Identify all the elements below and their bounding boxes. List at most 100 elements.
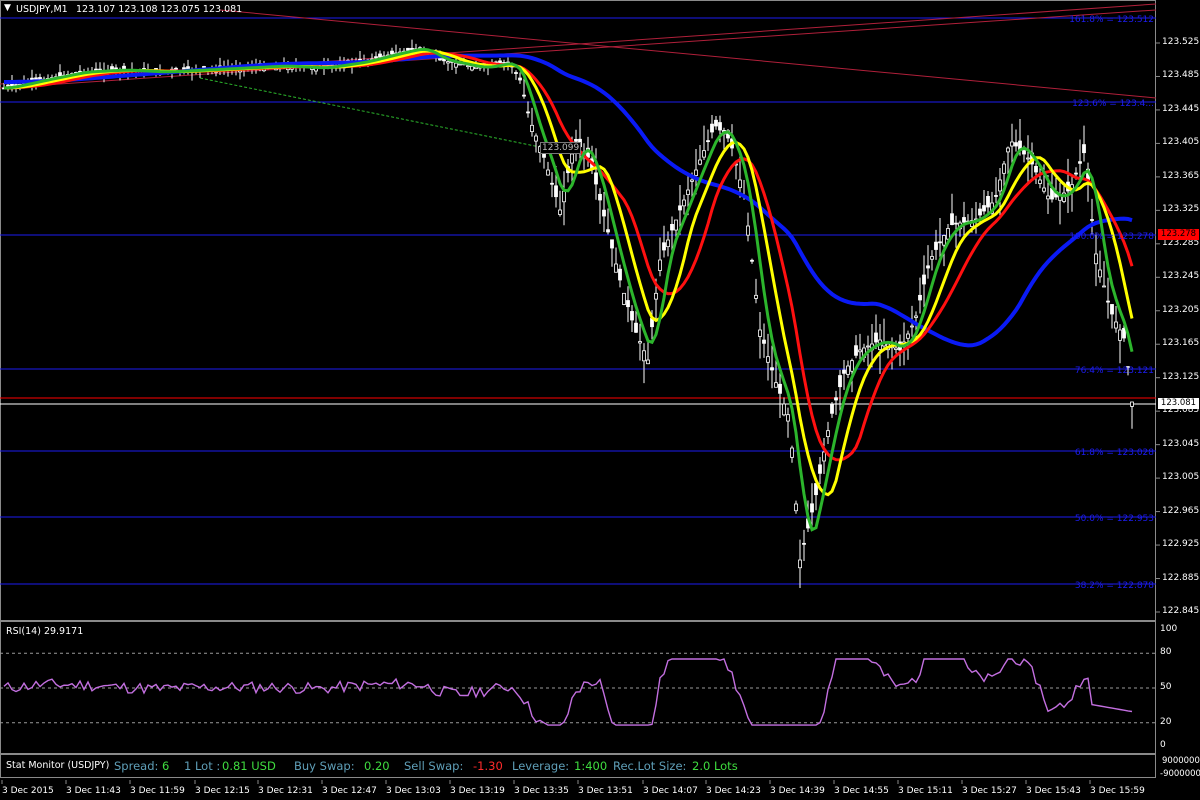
candle-body <box>694 169 698 177</box>
candle-body <box>750 259 754 262</box>
candle-body <box>1006 147 1010 153</box>
candle-body <box>602 209 606 217</box>
candle-body <box>1034 165 1038 173</box>
candle-body <box>782 403 786 416</box>
candle-body <box>522 94 526 97</box>
candle-body <box>946 228 950 240</box>
lot-label: 1 Lot : <box>184 759 221 773</box>
time-tick-label: 3 Dec 15:11 <box>898 786 953 796</box>
chart-symbol-label: USDJPY,M1 <box>16 4 68 15</box>
candle-body <box>410 47 414 50</box>
candle-body <box>774 382 778 388</box>
candle-body <box>766 356 770 363</box>
candle-body <box>674 219 678 231</box>
fib-level-label[interactable]: 50.0% = 122.953 <box>1075 514 1154 524</box>
rsi-line <box>3 658 1133 726</box>
candle-body <box>706 140 710 143</box>
candle-body <box>646 359 650 365</box>
candle-body <box>682 199 686 207</box>
time-tick-label: 3 Dec 11:43 <box>66 786 121 796</box>
rec-lot-value: 2.0 Lots <box>692 759 738 773</box>
buy-swap-label: Buy Swap: <box>294 759 355 773</box>
fib-level-label[interactable]: 100.0% = 123.278 <box>1069 232 1154 242</box>
candle-body <box>634 322 638 333</box>
candle-body <box>530 124 534 133</box>
candle-body <box>754 294 758 299</box>
candle-body <box>1078 161 1082 164</box>
candle-body <box>1046 195 1050 200</box>
fib-level-label[interactable]: 123.6% = 123.4... <box>1072 99 1154 109</box>
candle-body <box>554 185 558 198</box>
candle-body <box>626 300 630 308</box>
spread-value: 6 <box>162 759 170 773</box>
time-tick-label: 3 Dec 14:39 <box>770 786 825 796</box>
time-tick-label: 3 Dec 15:43 <box>1026 786 1081 796</box>
price-tick-label: 123.205 <box>1162 304 1200 315</box>
candle-body <box>758 329 762 337</box>
mt4-chart-window: ▼ USDJPY,M1 123.107 123.108 123.075 123.… <box>0 0 1200 800</box>
candle-body <box>686 189 690 195</box>
candle-body <box>670 223 674 231</box>
candle-body <box>818 464 822 474</box>
price-tick-label: 122.885 <box>1162 572 1200 583</box>
fib-level-label[interactable]: 161.8% = 123.512 <box>1069 15 1154 25</box>
trendline-price-label[interactable]: 123.099 <box>540 142 582 154</box>
candle-body <box>378 53 382 58</box>
candle-body <box>894 347 898 350</box>
candle-body <box>1002 163 1006 174</box>
candle-body <box>558 209 562 215</box>
fib-level-label[interactable]: 61.8% = 123.028 <box>1075 448 1154 458</box>
leverage-label: Leverage: <box>512 759 570 773</box>
buy-swap-value: 0.20 <box>364 759 390 773</box>
candle-body <box>562 190 566 203</box>
candle-body <box>614 263 618 273</box>
candle-body <box>926 265 930 269</box>
time-tick-label: 3 Dec 12:31 <box>258 786 313 796</box>
candle-body <box>642 350 646 362</box>
candle-body <box>770 367 774 371</box>
candle-body <box>1090 219 1094 221</box>
time-tick-label: 3 Dec 12:47 <box>322 786 377 796</box>
candle-body <box>406 47 410 51</box>
candle-body <box>798 559 802 569</box>
candle-body <box>914 315 918 318</box>
candle-body <box>834 397 838 401</box>
price-tick-label: 122.925 <box>1162 539 1200 550</box>
time-tick-label: 3 Dec 15:59 <box>1090 786 1145 796</box>
time-tick-label: 3 Dec 14:23 <box>706 786 761 796</box>
candle-body <box>874 332 878 343</box>
price-tick-label: 123.165 <box>1162 338 1200 349</box>
candle-body <box>678 205 682 211</box>
chart-menu-icon[interactable]: ▼ <box>4 3 11 13</box>
candle-body <box>954 222 958 225</box>
price-tick-label: 123.325 <box>1162 204 1200 215</box>
fib-level-label[interactable]: 76.4% = 123.121 <box>1075 366 1154 376</box>
candle-body <box>762 339 766 344</box>
candle-body <box>458 63 462 66</box>
candle-body <box>1102 285 1106 288</box>
chart-ohlc-readout: 123.107 123.108 123.075 123.081 <box>76 4 243 15</box>
price-tick-label: 122.965 <box>1162 505 1200 516</box>
candle-body <box>1114 321 1118 329</box>
candle-body <box>598 193 602 201</box>
fib-level-label[interactable]: 38.2% = 122.878 <box>1075 581 1154 591</box>
time-tick-label: 3 Dec 12:15 <box>195 786 250 796</box>
rsi-tick-label: 20 <box>1160 716 1172 727</box>
price-tick-label: 123.445 <box>1162 103 1200 114</box>
candle-body <box>906 333 910 339</box>
time-tick-label: 3 Dec 14:07 <box>643 786 698 796</box>
candle-body <box>1122 327 1126 339</box>
candle-body <box>938 241 942 244</box>
candle-body <box>1110 304 1114 315</box>
candle-body <box>1118 329 1122 341</box>
candle-body <box>994 195 998 197</box>
candle-body <box>922 274 926 285</box>
time-tick-label: 3 Dec 13:35 <box>514 786 569 796</box>
candle-body <box>910 325 914 328</box>
candle-body <box>854 345 858 356</box>
candle-body <box>662 242 666 251</box>
rsi-tick-label: 100 <box>1160 624 1178 634</box>
rsi-tick-label: 50 <box>1160 682 1172 692</box>
candle-body <box>374 56 378 59</box>
price-tick-label: 123.365 <box>1162 170 1200 181</box>
